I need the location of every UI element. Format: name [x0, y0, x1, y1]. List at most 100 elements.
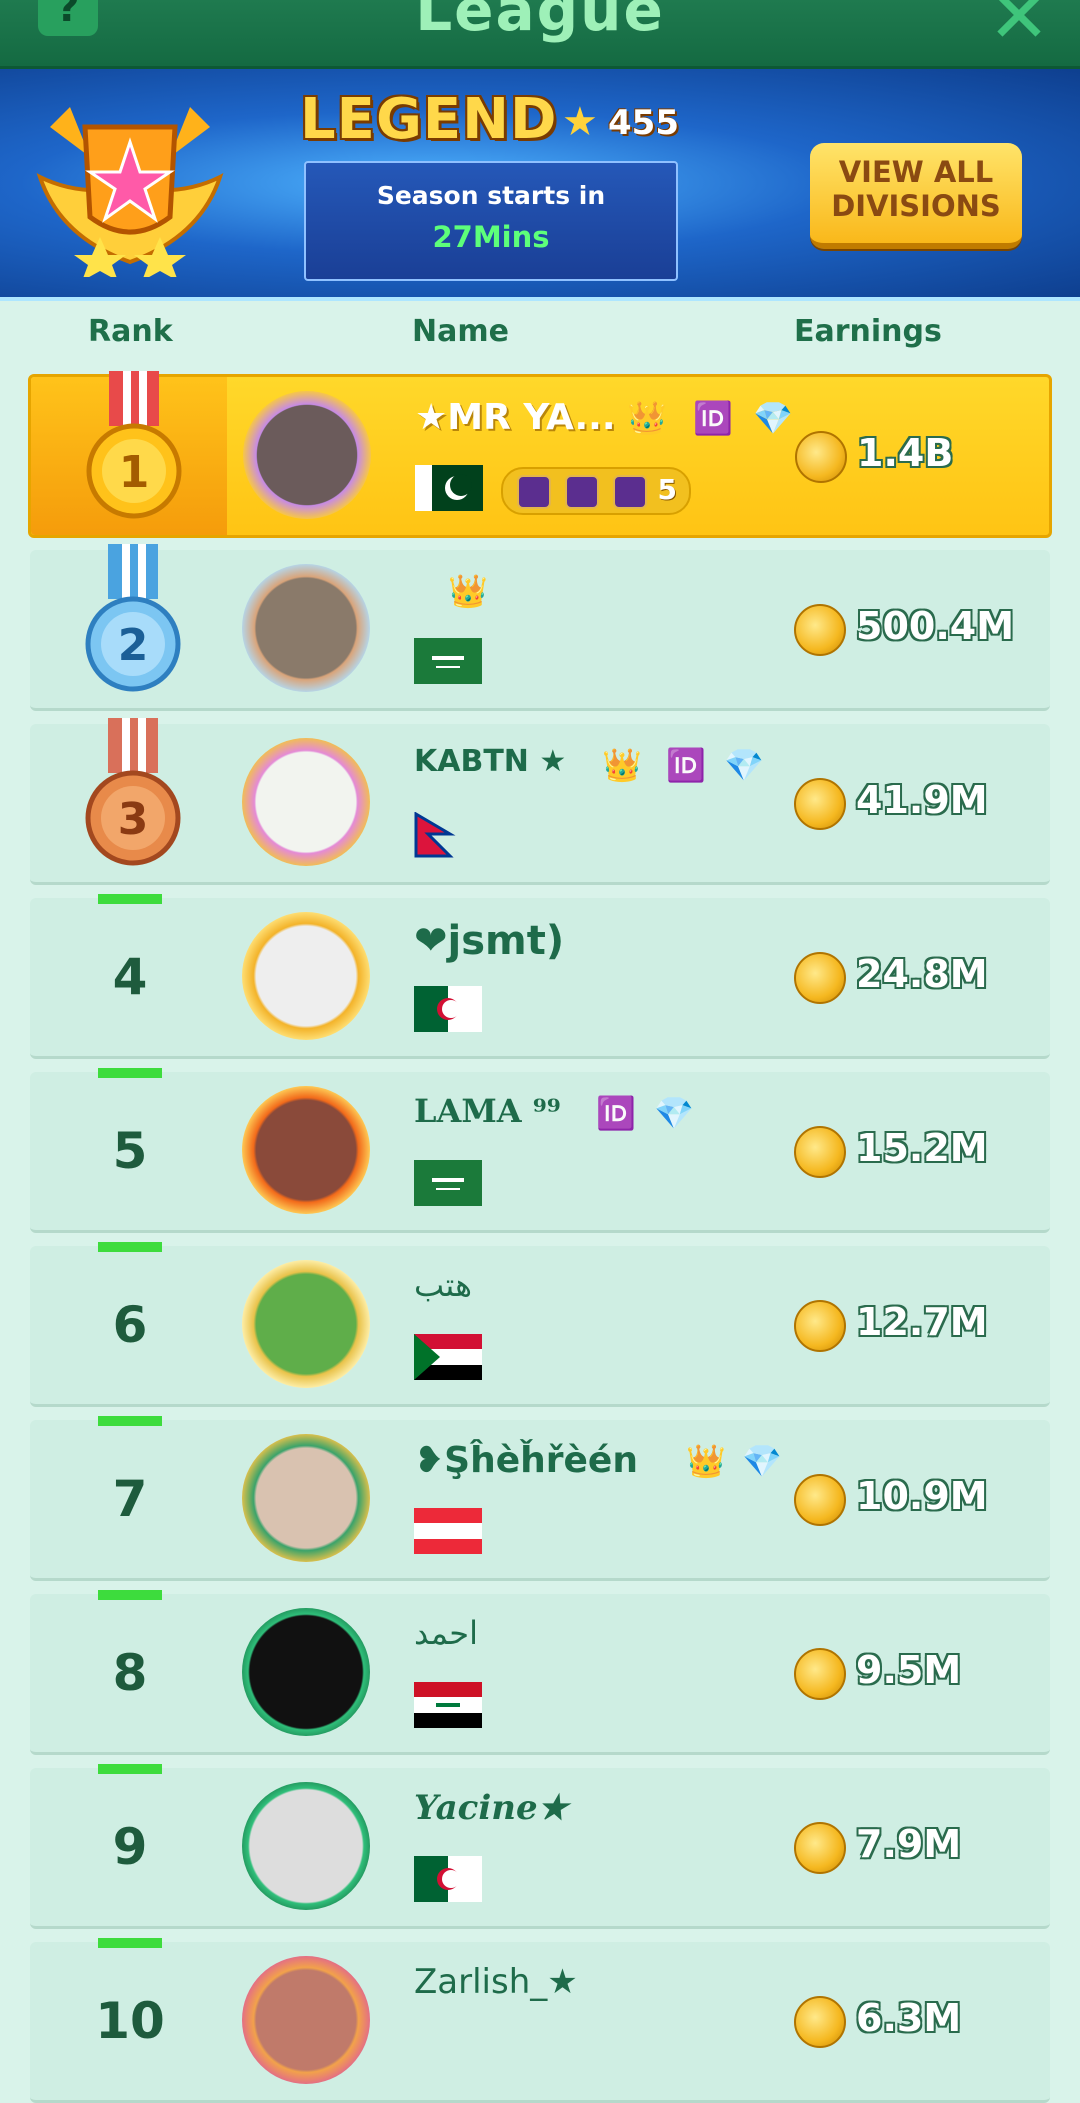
- player-name: هتب: [414, 1266, 472, 1304]
- coin-icon: [794, 1300, 846, 1352]
- leaderboard-row[interactable]: 7 ❥Şĥèȟřèén 👑 💎 10.9M: [30, 1416, 1050, 1581]
- earnings-value: 24.8M: [856, 952, 988, 996]
- pakistan-flag-icon: [415, 465, 483, 511]
- division-score: 455: [608, 103, 679, 143]
- rank-number: 6: [112, 1296, 148, 1354]
- diamond-badge-icon: 💎: [742, 1442, 782, 1480]
- coin-icon: [794, 604, 846, 656]
- algeria-flag-icon: [414, 986, 482, 1032]
- avatar[interactable]: [242, 1956, 370, 2084]
- algeria-flag-icon: [414, 1856, 482, 1902]
- rank-number: 4: [112, 948, 148, 1006]
- view-all-divisions-button[interactable]: VIEW ALL DIVISIONS: [810, 143, 1022, 249]
- column-earnings: Earnings: [794, 314, 942, 349]
- earnings-value: 12.7M: [856, 1300, 988, 1344]
- earnings-value: 9.5M: [856, 1648, 962, 1692]
- coin-icon: [794, 1822, 846, 1874]
- rank-change-indicator: [98, 1068, 162, 1078]
- player-name: Yacine★: [414, 1788, 569, 1828]
- crown-badge-icon: 👑: [686, 1442, 726, 1480]
- season-label: Season starts in: [376, 181, 606, 210]
- svg-text:1: 1: [119, 447, 150, 498]
- leaderboard-row[interactable]: 4 ❤jsmt) 24.8M: [30, 894, 1050, 1059]
- page-title: League: [415, 0, 665, 44]
- rank-change-indicator: [98, 1938, 162, 1948]
- title-badge-icon: [613, 475, 647, 509]
- leaderboard-row[interactable]: 1 ★MR YA... 👑 🆔 💎 5 1.4B: [28, 371, 1052, 538]
- legend-trophy-icon: [36, 107, 224, 277]
- season-countdown: Season starts in 27Mins: [304, 161, 678, 281]
- coin-icon: [794, 778, 846, 830]
- rank-number: 9: [112, 1818, 148, 1876]
- coin-icon: [794, 1996, 846, 2048]
- earnings-value: 500.4M: [856, 604, 1015, 648]
- player-name: ❤jsmt): [414, 918, 565, 964]
- svg-text:2: 2: [118, 620, 149, 671]
- player-name: KABTN ★: [414, 744, 567, 779]
- rank-number: 7: [112, 1470, 148, 1528]
- id-badge-icon: 🆔: [666, 746, 706, 784]
- rank-change-indicator: [98, 1416, 162, 1426]
- avatar[interactable]: [242, 1086, 370, 1214]
- earnings-value: 15.2M: [856, 1126, 988, 1170]
- id-badge-icon: 🆔: [693, 399, 733, 437]
- avatar[interactable]: [242, 1782, 370, 1910]
- rank-number: 5: [112, 1122, 148, 1180]
- leaderboard-row[interactable]: 6 هتب 12.7M: [30, 1242, 1050, 1407]
- avatar[interactable]: [242, 738, 370, 866]
- avatar[interactable]: [242, 1434, 370, 1562]
- player-name: ★MR YA...: [415, 397, 616, 438]
- bronze-medal-icon: 3: [85, 718, 181, 866]
- leaderboard-row[interactable]: 3 KABTN ★ 👑 🆔 💎 41.9M: [30, 718, 1050, 885]
- coin-icon: [794, 1648, 846, 1700]
- leaderboard-row[interactable]: 8 احمد 9.5M: [30, 1590, 1050, 1755]
- view-all-divisions-label: VIEW ALL DIVISIONS: [831, 155, 1001, 223]
- coin-icon: [794, 1474, 846, 1526]
- earnings-value: 1.4B: [857, 431, 954, 475]
- rank-change-indicator: [98, 1590, 162, 1600]
- crown-badge-icon: 👑: [448, 572, 488, 610]
- player-name: LAMA ⁹⁹: [414, 1092, 561, 1130]
- rank-change-indicator: [98, 1242, 162, 1252]
- rank-number: 8: [112, 1644, 148, 1702]
- saudi-flag-icon: [414, 638, 482, 684]
- leaderboard-row[interactable]: 10 Zarlish_★ 6.3M: [30, 1938, 1050, 2103]
- id-badge-icon: 🆔: [596, 1094, 636, 1132]
- earnings-value: 10.9M: [856, 1474, 988, 1518]
- earnings-value: 7.9M: [856, 1822, 962, 1866]
- diamond-badge-icon: 💎: [724, 746, 764, 784]
- austria-flag-icon: [414, 1508, 482, 1554]
- saudi-flag-icon: [414, 1160, 482, 1206]
- avatar[interactable]: [242, 1260, 370, 1388]
- title-badge-icon: [565, 475, 599, 509]
- player-name: احمد: [414, 1614, 478, 1652]
- svg-text:3: 3: [118, 794, 149, 845]
- leaderboard-row[interactable]: 2 👑 500.4M: [30, 544, 1050, 711]
- earnings-value: 6.3M: [856, 1996, 962, 2040]
- avatar[interactable]: [242, 564, 370, 692]
- avatar[interactable]: [243, 391, 371, 519]
- rank-number: 10: [95, 1992, 165, 2050]
- sudan-flag-icon: [414, 1334, 482, 1380]
- gold-medal-icon: 1: [86, 371, 182, 519]
- coin-icon: [794, 952, 846, 1004]
- coin-icon: [794, 1126, 846, 1178]
- player-name: Zarlish_★: [414, 1962, 578, 2002]
- diamond-badge-icon: 💎: [654, 1094, 694, 1132]
- diamond-badge-icon: 💎: [753, 399, 793, 437]
- close-button[interactable]: ✕: [988, 0, 1050, 60]
- top-bar: ? League ✕: [0, 0, 1080, 69]
- star-icon: ★: [562, 99, 598, 145]
- leaderboard-row[interactable]: 9 Yacine★ 7.9M: [30, 1764, 1050, 1929]
- avatar[interactable]: [242, 1608, 370, 1736]
- titles-count: 5: [657, 473, 677, 506]
- crown-badge-icon: 👑: [627, 399, 667, 437]
- iraq-flag-icon: [414, 1682, 482, 1728]
- division-banner: LEGEND ★ 455 Season starts in 27Mins VIE…: [0, 69, 1080, 301]
- avatar[interactable]: [242, 912, 370, 1040]
- leaderboard-row[interactable]: 5 LAMA ⁹⁹ 🆔 💎 15.2M: [30, 1068, 1050, 1233]
- title-badge-icon: [517, 475, 551, 509]
- coin-icon: [795, 431, 847, 483]
- column-rank: Rank: [88, 314, 173, 349]
- titles-pill: 5: [501, 467, 691, 515]
